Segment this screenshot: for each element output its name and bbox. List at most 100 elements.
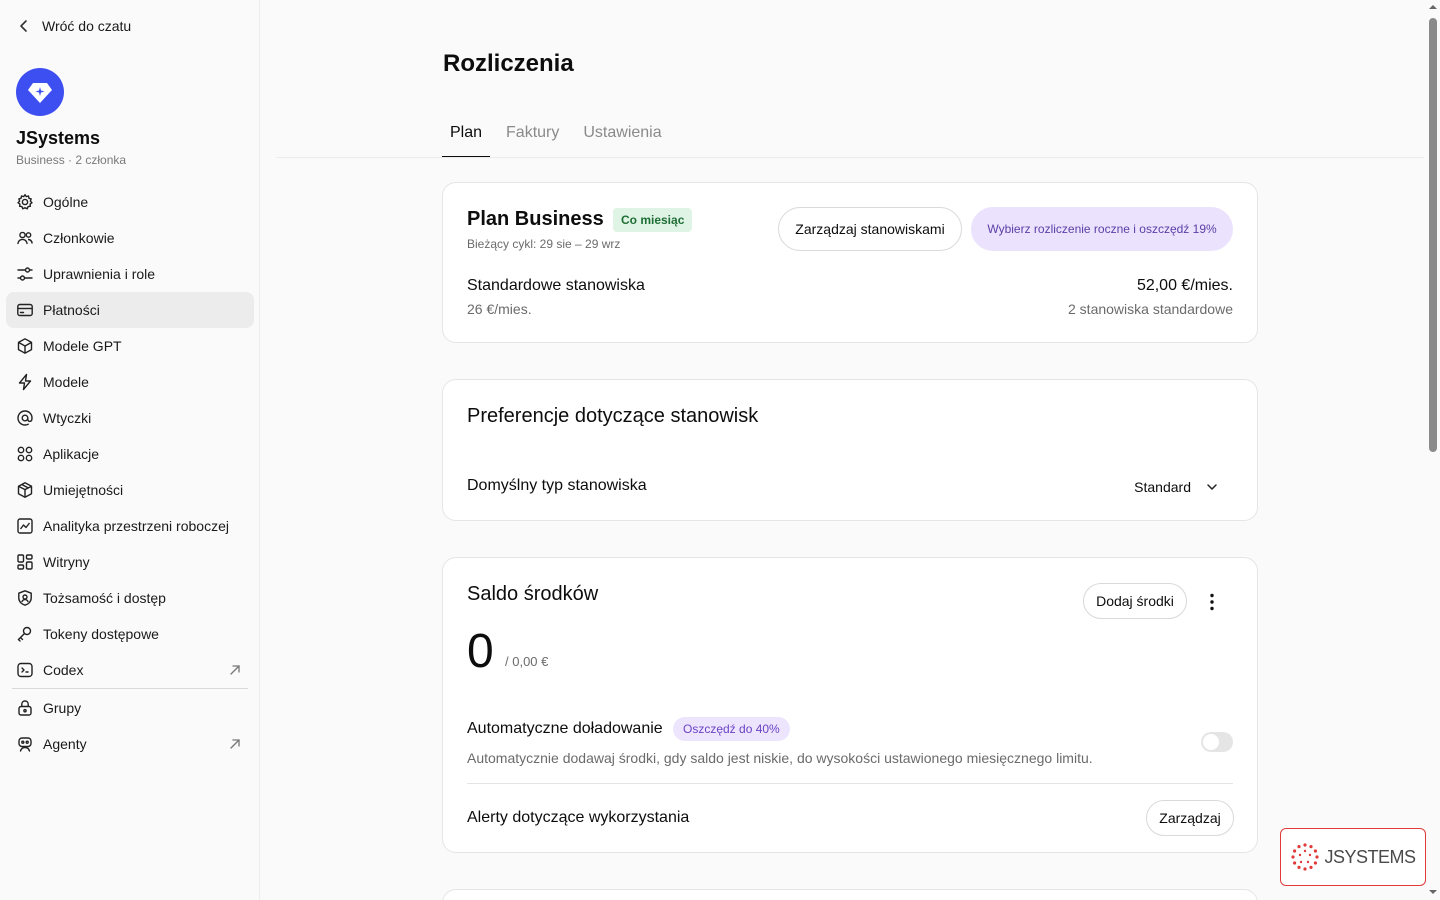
preferences-title: Preferencje dotyczące stanowisk (467, 405, 759, 427)
nav-divider (12, 688, 248, 689)
credit-card-icon (17, 303, 33, 317)
sidebar-item-label: Aplikacje (43, 446, 100, 462)
usage-alerts-label: Alerty dotyczące wykorzystania (467, 809, 690, 826)
sidebar-item-models[interactable]: Modele (6, 364, 254, 400)
sidebar-item-identity[interactable]: Tożsamość i dostęp (6, 580, 254, 616)
shield-icon (18, 590, 32, 606)
balance-title: Saldo środków (467, 583, 599, 605)
tab-settings[interactable]: Ustawienia (575, 118, 669, 158)
scroll-up-icon[interactable] (1429, 3, 1437, 11)
balance-divider (467, 783, 1233, 784)
workspace-name: JSystems (16, 128, 101, 148)
tab-plan[interactable]: Plan (442, 118, 491, 158)
add-credits-button[interactable]: Dodaj środki (1083, 583, 1187, 619)
back-label: Wróć do czatu (42, 18, 132, 34)
chevron-down-icon (1207, 484, 1217, 490)
plan-card: Plan Business Co miesiąc Bieżący cykl: 2… (442, 182, 1258, 343)
sidebar-item-label: Tożsamość i dostęp (43, 590, 166, 606)
apps-icon (17, 446, 33, 462)
sidebar-item-label: Wtyczki (43, 410, 92, 426)
sidebar-nav: Ogólne Członkowie Uprawnienia i role Pła… (6, 184, 254, 762)
sidebar: Wróć do czatu JSystems Business · 2 czło… (0, 0, 260, 900)
billing-cycle: Bieżący cykl: 29 sie – 29 wrz (467, 237, 621, 251)
sidebar-item-label: Ogólne (43, 194, 89, 210)
sidebar-item-general[interactable]: Ogólne (6, 184, 254, 220)
tab-invoices[interactable]: Faktury (498, 118, 567, 158)
balance-value: 0 (467, 625, 494, 678)
bolt-icon (18, 373, 32, 391)
toggle-knob (1203, 734, 1219, 750)
external-link-icon (230, 665, 240, 675)
sidebar-item-permissions[interactable]: Uprawnienia i role (6, 256, 254, 292)
more-options-icon[interactable] (1198, 588, 1226, 616)
chart-icon (17, 518, 33, 534)
sidebar-item-label: Witryny (43, 554, 90, 570)
sidebar-item-label: Umiejętności (43, 482, 124, 498)
sidebar-item-label: Modele (43, 374, 89, 390)
sliders-icon (17, 267, 33, 281)
plan-total: 52,00 €/mies. (1136, 277, 1233, 294)
at-icon (17, 410, 33, 426)
auto-topup-description: Automatycznie dodawaj środki, gdy saldo … (467, 750, 1093, 766)
package-icon (17, 482, 33, 498)
default-seat-label: Domyślny typ stanowiska (467, 477, 647, 494)
sidebar-item-members[interactable]: Członkowie (6, 220, 254, 256)
auto-topup-toggle[interactable] (1201, 732, 1233, 752)
sidebar-item-label: Analityka przestrzeni roboczej (43, 518, 229, 534)
sidebar-item-label: Grupy (43, 700, 82, 716)
sidebar-item-plugins[interactable]: Wtyczki (6, 400, 254, 436)
workspace-subtitle: Business · 2 członka (16, 153, 127, 167)
robot-icon (18, 737, 32, 752)
external-link-icon (230, 739, 240, 749)
manage-seats-button[interactable]: Zarządzaj stanowiskami (778, 207, 962, 251)
annual-billing-button[interactable]: Wybierz rozliczenie roczne i oszczędź 19… (971, 207, 1233, 251)
sidebar-item-label: Modele GPT (43, 338, 122, 354)
workspace-logo (16, 68, 64, 116)
sidebar-item-payments[interactable]: Płatności (6, 292, 254, 328)
chevron-left-icon (20, 20, 27, 32)
balance-amount: / 0,00 € (505, 654, 549, 669)
seat-price: 26 €/mies. (467, 301, 532, 317)
default-seat-value: Standard (1134, 479, 1191, 495)
sidebar-item-label: Tokeny dostępowe (43, 626, 159, 642)
plan-total-sub: 2 stanowiska standardowe (1068, 301, 1233, 317)
sidebar-item-agents[interactable]: Agenty (6, 726, 254, 762)
page-title: Rozliczenia (443, 50, 574, 77)
users-icon (17, 231, 33, 245)
seat-preferences-card: Preferencje dotyczące stanowisk Domyślny… (442, 379, 1258, 521)
plan-title: Plan Business (467, 208, 604, 230)
sidebar-item-apps[interactable]: Aplikacje (6, 436, 254, 472)
default-seat-select[interactable]: Standard (1134, 477, 1219, 497)
diamond-icon (28, 83, 52, 103)
back-to-chat-link[interactable]: Wróć do czatu (16, 15, 131, 37)
sidebar-item-skills[interactable]: Umiejętności (6, 472, 254, 508)
key-icon (17, 626, 32, 642)
sidebar-item-label: Agenty (43, 736, 87, 752)
billing-period-badge: Co miesiąc (613, 208, 693, 232)
jsystems-logo-icon (1291, 843, 1320, 871)
seat-type-label: Standardowe stanowiska (467, 277, 645, 294)
scroll-down-icon[interactable] (1429, 888, 1437, 896)
sidebar-item-analytics[interactable]: Analityka przestrzeni roboczej (6, 508, 254, 544)
next-card (442, 889, 1258, 900)
scrollbar-thumb[interactable] (1429, 18, 1437, 452)
sidebar-item-groups[interactable]: Grupy (6, 690, 254, 726)
jsystems-watermark: JSYSTEMS (1280, 828, 1426, 886)
sidebar-item-sites[interactable]: Witryny (6, 544, 254, 580)
lock-icon (18, 700, 32, 716)
savings-badge: Oszczędź do 40% (673, 717, 790, 741)
sidebar-item-label: Płatności (43, 302, 100, 318)
manage-alerts-button[interactable]: Zarządzaj (1146, 800, 1234, 836)
auto-topup-label: Automatyczne doładowanie (467, 720, 663, 737)
gear-icon (17, 193, 33, 210)
watermark-brand: JSYSTEMS (1324, 846, 1416, 867)
sidebar-item-label: Codex (43, 662, 84, 678)
sidebar-item-codex[interactable]: Codex (6, 652, 254, 688)
codex-icon (17, 662, 33, 678)
sidebar-item-gpt-models[interactable]: Modele GPT (6, 328, 254, 364)
credit-balance-card: Saldo środków Dodaj środki 0 / 0,00 € Au… (442, 557, 1258, 853)
page-scrollbar[interactable] (1426, 0, 1440, 900)
sidebar-item-label: Członkowie (43, 230, 115, 246)
sidebar-item-label: Uprawnienia i role (43, 266, 156, 282)
sidebar-item-tokens[interactable]: Tokeny dostępowe (6, 616, 254, 652)
